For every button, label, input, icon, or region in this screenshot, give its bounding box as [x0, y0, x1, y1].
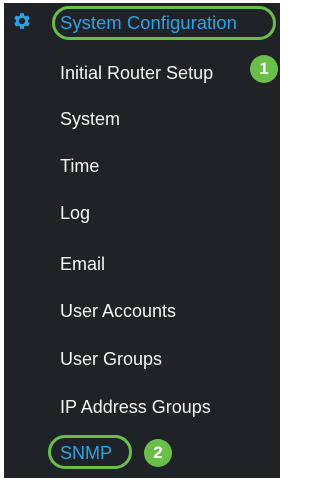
- snmp-highlight-ring: [48, 435, 132, 469]
- menu-item-log[interactable]: Log: [60, 198, 90, 228]
- section-title-system-configuration[interactable]: System Configuration: [60, 10, 237, 36]
- menu-item-email[interactable]: Email: [60, 249, 105, 279]
- menu-item-time[interactable]: Time: [60, 151, 99, 181]
- step-badge-2: 2: [144, 439, 172, 467]
- menu-item-user-accounts[interactable]: User Accounts: [60, 296, 176, 326]
- menu-item-initial-router-setup[interactable]: Initial Router Setup: [60, 58, 213, 88]
- menu-item-user-groups[interactable]: User Groups: [60, 344, 162, 374]
- step-badge-1: 1: [250, 55, 278, 83]
- gear-icon: [14, 13, 30, 29]
- menu-item-ip-address-groups[interactable]: IP Address Groups: [60, 392, 211, 422]
- navigation-panel: System Configuration Initial Router Setu…: [4, 3, 280, 478]
- menu-item-system[interactable]: System: [60, 104, 120, 134]
